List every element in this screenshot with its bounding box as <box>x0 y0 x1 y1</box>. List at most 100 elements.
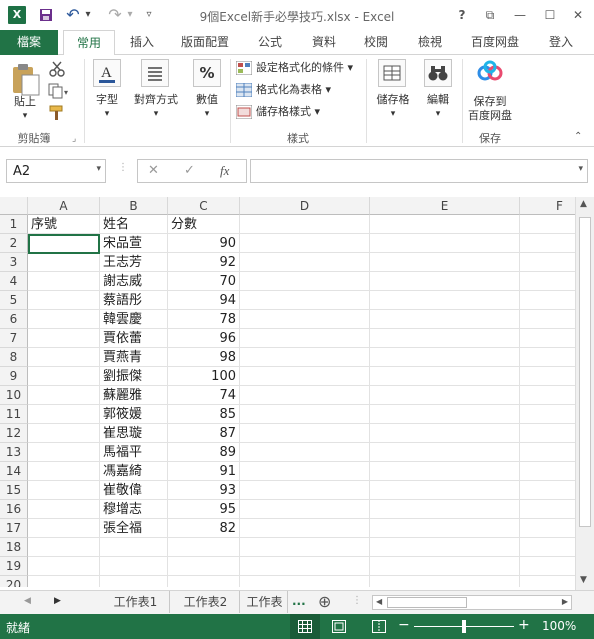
cell-e1[interactable] <box>370 215 520 234</box>
row-header[interactable]: 10 <box>0 386 28 405</box>
horizontal-scroll-thumb[interactable] <box>387 597 467 608</box>
cell-b11[interactable]: 郭筱媛 <box>100 405 168 424</box>
tab-baidu[interactable]: 百度网盘 <box>462 30 528 55</box>
alignment-dropdown-icon[interactable]: ▾ <box>130 107 182 121</box>
tab-review[interactable]: 校閱 <box>354 30 398 55</box>
close-icon[interactable]: ✕ <box>566 4 590 26</box>
column-header[interactable]: E <box>370 197 520 215</box>
row-header[interactable]: 13 <box>0 443 28 462</box>
cell-d2[interactable] <box>240 234 370 253</box>
cell-b7[interactable]: 賈依蕾 <box>100 329 168 348</box>
save-to-baidu-label-1[interactable]: 保存到 <box>462 95 518 109</box>
cell-c11[interactable]: 85 <box>168 405 240 424</box>
cell-e17[interactable] <box>370 519 520 538</box>
cell-a17[interactable] <box>28 519 100 538</box>
row-header[interactable]: 17 <box>0 519 28 538</box>
cell-d12[interactable] <box>240 424 370 443</box>
cell-f18[interactable] <box>520 538 575 557</box>
cell-c2[interactable]: 90 <box>168 234 240 253</box>
cell-b13[interactable]: 馬福平 <box>100 443 168 462</box>
cell-d3[interactable] <box>240 253 370 272</box>
sheet-scroll-left-icon[interactable]: ◀ <box>24 596 31 606</box>
name-box-dropdown-icon[interactable]: ▾ <box>96 164 101 174</box>
cell-c17[interactable]: 82 <box>168 519 240 538</box>
cell-a6[interactable] <box>28 310 100 329</box>
cell-f20[interactable] <box>520 576 575 587</box>
cell-f8[interactable] <box>520 348 575 367</box>
tab-file[interactable]: 檔案 <box>0 30 58 55</box>
cell-e6[interactable] <box>370 310 520 329</box>
cell-d15[interactable] <box>240 481 370 500</box>
add-sheet-icon[interactable]: ⊕ <box>318 592 331 611</box>
tab-view[interactable]: 檢視 <box>408 30 452 55</box>
cell-a16[interactable] <box>28 500 100 519</box>
cell-f17[interactable] <box>520 519 575 538</box>
cell-b1[interactable]: 姓名 <box>100 215 168 234</box>
cell-c8[interactable]: 98 <box>168 348 240 367</box>
editing-button[interactable]: 編輯 <box>418 93 458 107</box>
row-header[interactable]: 6 <box>0 310 28 329</box>
cell-c20[interactable] <box>168 576 240 587</box>
cell-d11[interactable] <box>240 405 370 424</box>
cell-a7[interactable] <box>28 329 100 348</box>
cell-e15[interactable] <box>370 481 520 500</box>
cell-a20[interactable] <box>28 576 100 587</box>
cell-b15[interactable]: 崔敬偉 <box>100 481 168 500</box>
cell-b9[interactable]: 劉振傑 <box>100 367 168 386</box>
cell-f2[interactable] <box>520 234 575 253</box>
sheet-tab-1[interactable]: 工作表1 <box>102 591 170 613</box>
cell-d10[interactable] <box>240 386 370 405</box>
row-header[interactable]: 11 <box>0 405 28 424</box>
cell-b8[interactable]: 賈燕青 <box>100 348 168 367</box>
save-to-baidu-label-2[interactable]: 百度网盘 <box>462 109 518 123</box>
cell-e14[interactable] <box>370 462 520 481</box>
cell-c4[interactable]: 70 <box>168 272 240 291</box>
vertical-scroll-thumb[interactable] <box>579 217 591 527</box>
cell-f12[interactable] <box>520 424 575 443</box>
sheet-tab-2[interactable]: 工作表2 <box>172 591 240 613</box>
row-header[interactable]: 15 <box>0 481 28 500</box>
tab-split-grip-icon[interactable]: ⋮ <box>352 595 362 606</box>
cell-e16[interactable] <box>370 500 520 519</box>
collapse-ribbon-icon[interactable]: ⌃ <box>574 131 582 142</box>
paste-icon[interactable] <box>10 61 42 97</box>
cell-d8[interactable] <box>240 348 370 367</box>
row-header[interactable]: 4 <box>0 272 28 291</box>
minimize-icon[interactable]: — <box>508 4 532 26</box>
cell-b10[interactable]: 蘇麗雅 <box>100 386 168 405</box>
row-header[interactable]: 1 <box>0 215 28 234</box>
formula-input[interactable]: ▾ <box>250 159 588 183</box>
row-header[interactable]: 5 <box>0 291 28 310</box>
cell-d17[interactable] <box>240 519 370 538</box>
format-as-table-icon[interactable] <box>235 82 253 98</box>
editing-dropdown-icon[interactable]: ▾ <box>418 107 458 121</box>
paste-dropdown-icon[interactable]: ▾ <box>8 109 42 123</box>
cells-dropdown-icon[interactable]: ▾ <box>372 107 414 121</box>
cell-f3[interactable] <box>520 253 575 272</box>
cell-e3[interactable] <box>370 253 520 272</box>
zoom-level[interactable]: 100% <box>542 619 576 633</box>
cell-c13[interactable]: 89 <box>168 443 240 462</box>
cell-b2[interactable]: 宋品萱 <box>100 234 168 253</box>
cell-f6[interactable] <box>520 310 575 329</box>
cell-b3[interactable]: 王志芳 <box>100 253 168 272</box>
cell-e19[interactable] <box>370 557 520 576</box>
column-header[interactable]: F <box>520 197 575 215</box>
font-button[interactable]: 字型 <box>88 93 126 107</box>
cell-c14[interactable]: 91 <box>168 462 240 481</box>
cell-a4[interactable] <box>28 272 100 291</box>
format-painter-icon[interactable] <box>48 105 66 121</box>
binoculars-icon[interactable] <box>424 59 452 87</box>
row-header[interactable]: 16 <box>0 500 28 519</box>
worksheet-grid[interactable]: A B C D E F 1 序號 姓名 分數 2 宋品萱 90 3 王志芳 92 4 謝志威 70 5 蔡語彤 94 6 韓雲… <box>0 197 575 587</box>
cell-c1[interactable]: 分數 <box>168 215 240 234</box>
tab-home[interactable]: 常用 <box>63 30 115 56</box>
cell-c5[interactable]: 94 <box>168 291 240 310</box>
cell-styles-button[interactable]: 儲存格樣式 ▾ <box>256 104 320 120</box>
row-header[interactable]: 3 <box>0 253 28 272</box>
page-break-view-icon[interactable] <box>372 620 386 633</box>
cell-a14[interactable] <box>28 462 100 481</box>
zoom-slider-thumb[interactable] <box>462 620 466 633</box>
cell-d19[interactable] <box>240 557 370 576</box>
cell-e9[interactable] <box>370 367 520 386</box>
